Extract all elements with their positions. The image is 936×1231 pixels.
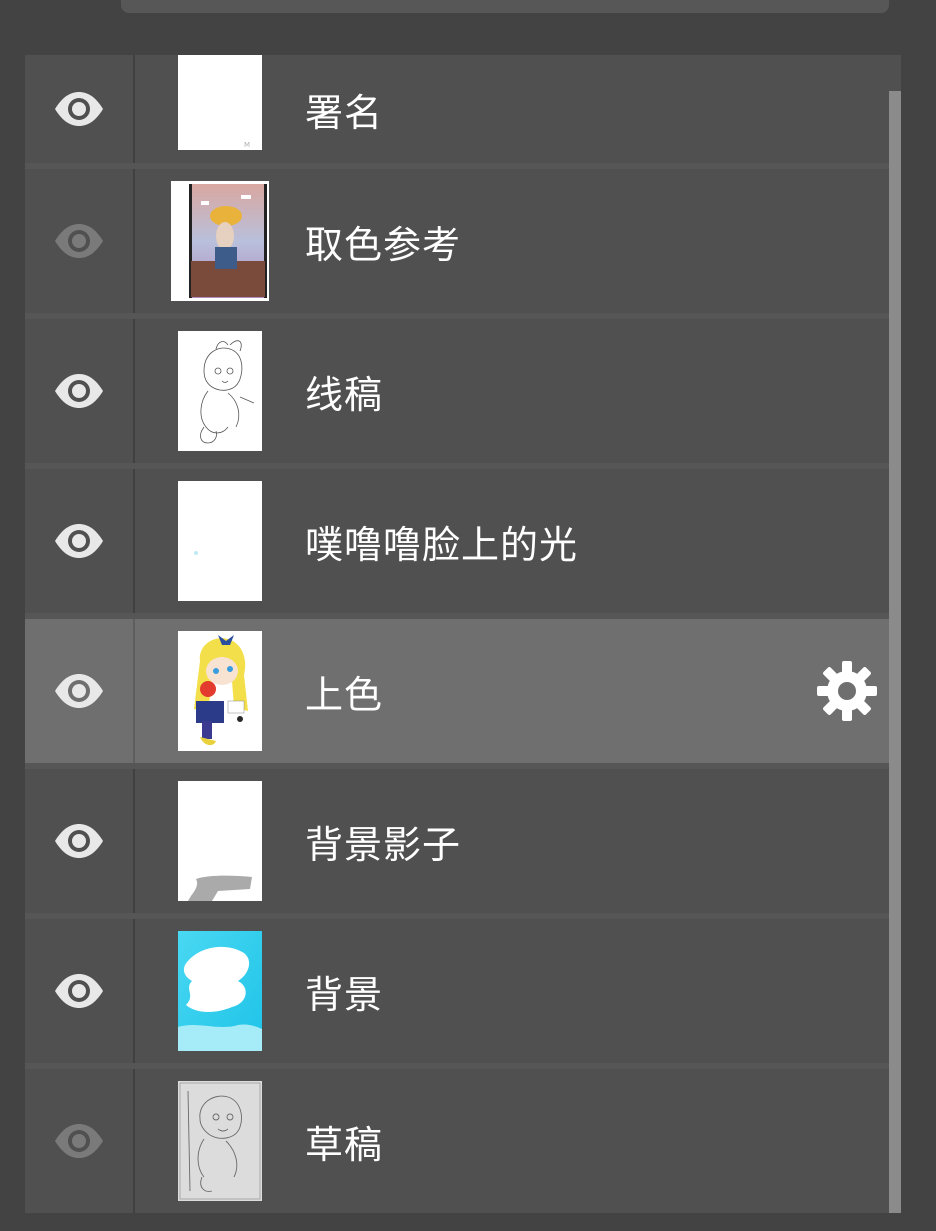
visibility-toggle[interactable] <box>25 319 133 463</box>
column-divider <box>133 769 135 913</box>
visibility-toggle[interactable] <box>25 55 133 163</box>
visibility-toggle[interactable] <box>25 619 133 763</box>
layer-row-signature[interactable]: M 署名 <box>25 55 901 163</box>
column-divider <box>133 919 135 1063</box>
layer-thumbnail <box>178 781 262 901</box>
eye-icon <box>55 1124 103 1158</box>
visibility-toggle[interactable] <box>25 919 133 1063</box>
layer-name: 取色参考 <box>305 222 462 267</box>
layer-name: 署名 <box>305 90 384 135</box>
layer-thumbnail: M <box>178 55 262 150</box>
layer-name: 背景影子 <box>305 822 462 867</box>
visibility-toggle[interactable] <box>25 169 133 313</box>
column-divider <box>133 169 135 313</box>
layer-list[interactable]: M 署名 取色参考 线稿 噗噜噜脸上的光 上色 背景影子 背景 草稿 <box>25 55 901 1213</box>
layer-row-coloring[interactable]: 上色 <box>25 619 901 763</box>
eye-icon <box>55 224 103 258</box>
layer-thumbnail <box>178 331 262 451</box>
layer-row-background[interactable]: 背景 <box>25 919 901 1063</box>
column-divider <box>133 619 135 763</box>
eye-icon <box>55 974 103 1008</box>
layer-row-face-light[interactable]: 噗噜噜脸上的光 <box>25 469 901 613</box>
column-divider <box>133 1069 135 1213</box>
layer-name: 上色 <box>305 672 384 717</box>
layer-thumbnail <box>178 481 262 601</box>
layer-thumbnail <box>171 181 269 301</box>
layer-thumbnail <box>178 931 262 1051</box>
layer-row-sketch[interactable]: 草稿 <box>25 1069 901 1213</box>
layer-thumbnail <box>178 631 262 751</box>
layer-name: 草稿 <box>305 1122 384 1167</box>
layer-row-lineart[interactable]: 线稿 <box>25 319 901 463</box>
eye-icon <box>55 674 103 708</box>
layer-thumbnail <box>178 1081 262 1201</box>
eye-icon <box>55 524 103 558</box>
visibility-toggle[interactable] <box>25 469 133 613</box>
column-divider <box>133 55 135 163</box>
layer-name: 噗噜噜脸上的光 <box>305 522 579 567</box>
top-panel-edge <box>121 0 889 13</box>
visibility-toggle[interactable] <box>25 1069 133 1213</box>
eye-icon <box>55 374 103 408</box>
layer-name: 背景 <box>305 972 384 1017</box>
layer-name: 线稿 <box>305 372 384 417</box>
scrollbar[interactable] <box>889 91 901 1213</box>
gear-icon[interactable] <box>815 659 879 723</box>
column-divider <box>133 319 135 463</box>
eye-icon <box>55 824 103 858</box>
layer-row-background-shadow[interactable]: 背景影子 <box>25 769 901 913</box>
svg-text:M: M <box>244 141 250 149</box>
eye-icon <box>55 92 103 126</box>
column-divider <box>133 469 135 613</box>
visibility-toggle[interactable] <box>25 769 133 913</box>
layer-row-color-reference[interactable]: 取色参考 <box>25 169 901 313</box>
